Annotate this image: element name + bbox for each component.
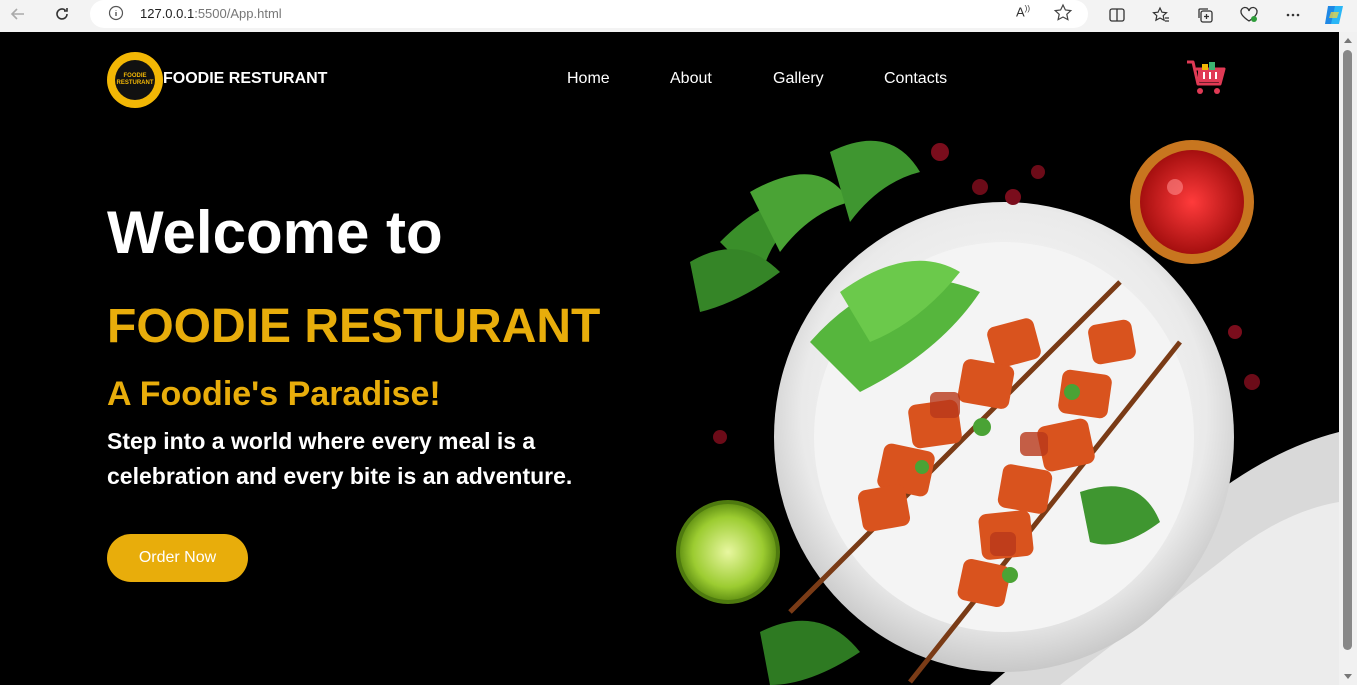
browser-toolbar: 127.0.0.1:5500/App.html A)) bbox=[0, 0, 1357, 32]
read-aloud-icon[interactable]: A)) bbox=[1016, 4, 1030, 19]
info-icon[interactable] bbox=[108, 5, 124, 26]
nav-home[interactable]: Home bbox=[567, 70, 610, 88]
url-text: 127.0.0.1:5500/App.html bbox=[140, 6, 282, 21]
url-rest: :5500/App.html bbox=[194, 6, 282, 21]
favorites-icon[interactable] bbox=[1149, 3, 1173, 27]
back-arrow-icon[interactable] bbox=[6, 2, 30, 26]
split-screen-icon[interactable] bbox=[1105, 3, 1129, 27]
hero-food-image bbox=[676, 140, 1339, 685]
logo-text: FOODIE RESTURANT bbox=[115, 60, 155, 100]
collections-icon[interactable] bbox=[1193, 3, 1217, 27]
nav-gallery[interactable]: Gallery bbox=[773, 70, 824, 88]
hero-welcome: Welcome to bbox=[107, 199, 443, 266]
hero-description: Step into a world where every meal is a … bbox=[107, 428, 573, 489]
logo[interactable]: FOODIE RESTURANT bbox=[107, 52, 163, 108]
browser-essentials-icon[interactable] bbox=[1237, 3, 1261, 27]
copilot-icon[interactable] bbox=[1322, 3, 1346, 27]
url-host: 127.0.0.1 bbox=[140, 6, 195, 21]
scrollbar-thumb[interactable] bbox=[1343, 50, 1352, 650]
favorite-star-icon[interactable] bbox=[1053, 3, 1073, 28]
scroll-up-icon[interactable] bbox=[1344, 38, 1352, 43]
nav-about[interactable]: About bbox=[670, 70, 712, 88]
scrollbar[interactable] bbox=[1339, 32, 1357, 685]
scroll-down-icon[interactable] bbox=[1344, 674, 1352, 679]
brand-name[interactable]: FOODIE RESTURANT bbox=[163, 70, 327, 88]
reload-icon[interactable] bbox=[50, 2, 74, 26]
cart-icon[interactable] bbox=[1185, 58, 1229, 103]
address-bar[interactable]: 127.0.0.1:5500/App.html A)) bbox=[90, 0, 1088, 28]
nav-contacts[interactable]: Contacts bbox=[884, 70, 947, 88]
hero-tagline: A Foodie's Paradise! bbox=[107, 375, 441, 413]
page: FOODIE RESTURANT FOODIE RESTURANT Home A… bbox=[0, 32, 1339, 685]
hero-restaurant-name: FOODIE RESTURANT bbox=[107, 300, 601, 353]
read-aloud-label: A bbox=[1016, 4, 1025, 20]
order-now-button[interactable]: Order Now bbox=[107, 534, 248, 582]
more-icon[interactable] bbox=[1281, 3, 1305, 27]
